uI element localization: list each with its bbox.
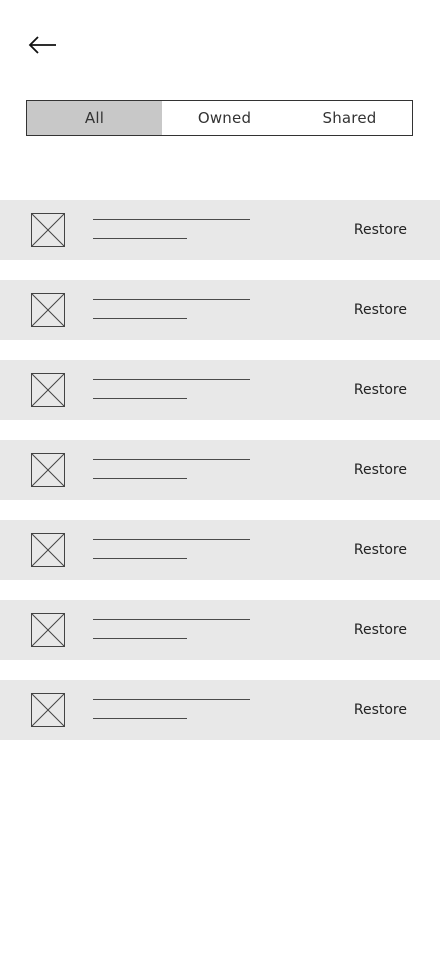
restore-button[interactable]: Restore	[354, 520, 407, 580]
restore-button[interactable]: Restore	[354, 600, 407, 660]
image-placeholder-icon	[31, 373, 65, 407]
subtitle-placeholder-line	[93, 398, 187, 399]
image-placeholder-icon	[31, 693, 65, 727]
tab-all[interactable]: All	[27, 101, 162, 135]
title-placeholder-line	[93, 539, 250, 540]
image-placeholder-icon	[31, 213, 65, 247]
subtitle-placeholder-line	[93, 638, 187, 639]
image-placeholder-icon	[31, 453, 65, 487]
restore-button[interactable]: Restore	[354, 200, 407, 260]
list-item: Restore	[0, 280, 440, 340]
title-placeholder-line	[93, 699, 250, 700]
subtitle-placeholder-line	[93, 318, 187, 319]
title-placeholder-line	[93, 459, 250, 460]
subtitle-placeholder-line	[93, 718, 187, 719]
title-placeholder-line	[93, 619, 250, 620]
subtitle-placeholder-line	[93, 558, 187, 559]
list-item: Restore	[0, 360, 440, 420]
list-item: Restore	[0, 680, 440, 740]
filter-tabs: All Owned Shared	[26, 100, 413, 136]
restore-button[interactable]: Restore	[354, 680, 407, 740]
back-button[interactable]	[26, 30, 60, 60]
list-item: Restore	[0, 200, 440, 260]
list-item: Restore	[0, 600, 440, 660]
image-placeholder-icon	[31, 613, 65, 647]
list-item: Restore	[0, 520, 440, 580]
image-placeholder-icon	[31, 293, 65, 327]
image-placeholder-icon	[31, 533, 65, 567]
title-placeholder-line	[93, 299, 250, 300]
tab-owned[interactable]: Owned	[162, 101, 287, 135]
restore-button[interactable]: Restore	[354, 440, 407, 500]
trash-list: Restore Restore Restore Restore Restore …	[0, 200, 440, 760]
restore-button[interactable]: Restore	[354, 360, 407, 420]
restore-button[interactable]: Restore	[354, 280, 407, 340]
subtitle-placeholder-line	[93, 478, 187, 479]
list-item: Restore	[0, 440, 440, 500]
subtitle-placeholder-line	[93, 238, 187, 239]
title-placeholder-line	[93, 379, 250, 380]
tab-shared[interactable]: Shared	[287, 101, 412, 135]
title-placeholder-line	[93, 219, 250, 220]
arrow-left-icon	[28, 36, 56, 54]
